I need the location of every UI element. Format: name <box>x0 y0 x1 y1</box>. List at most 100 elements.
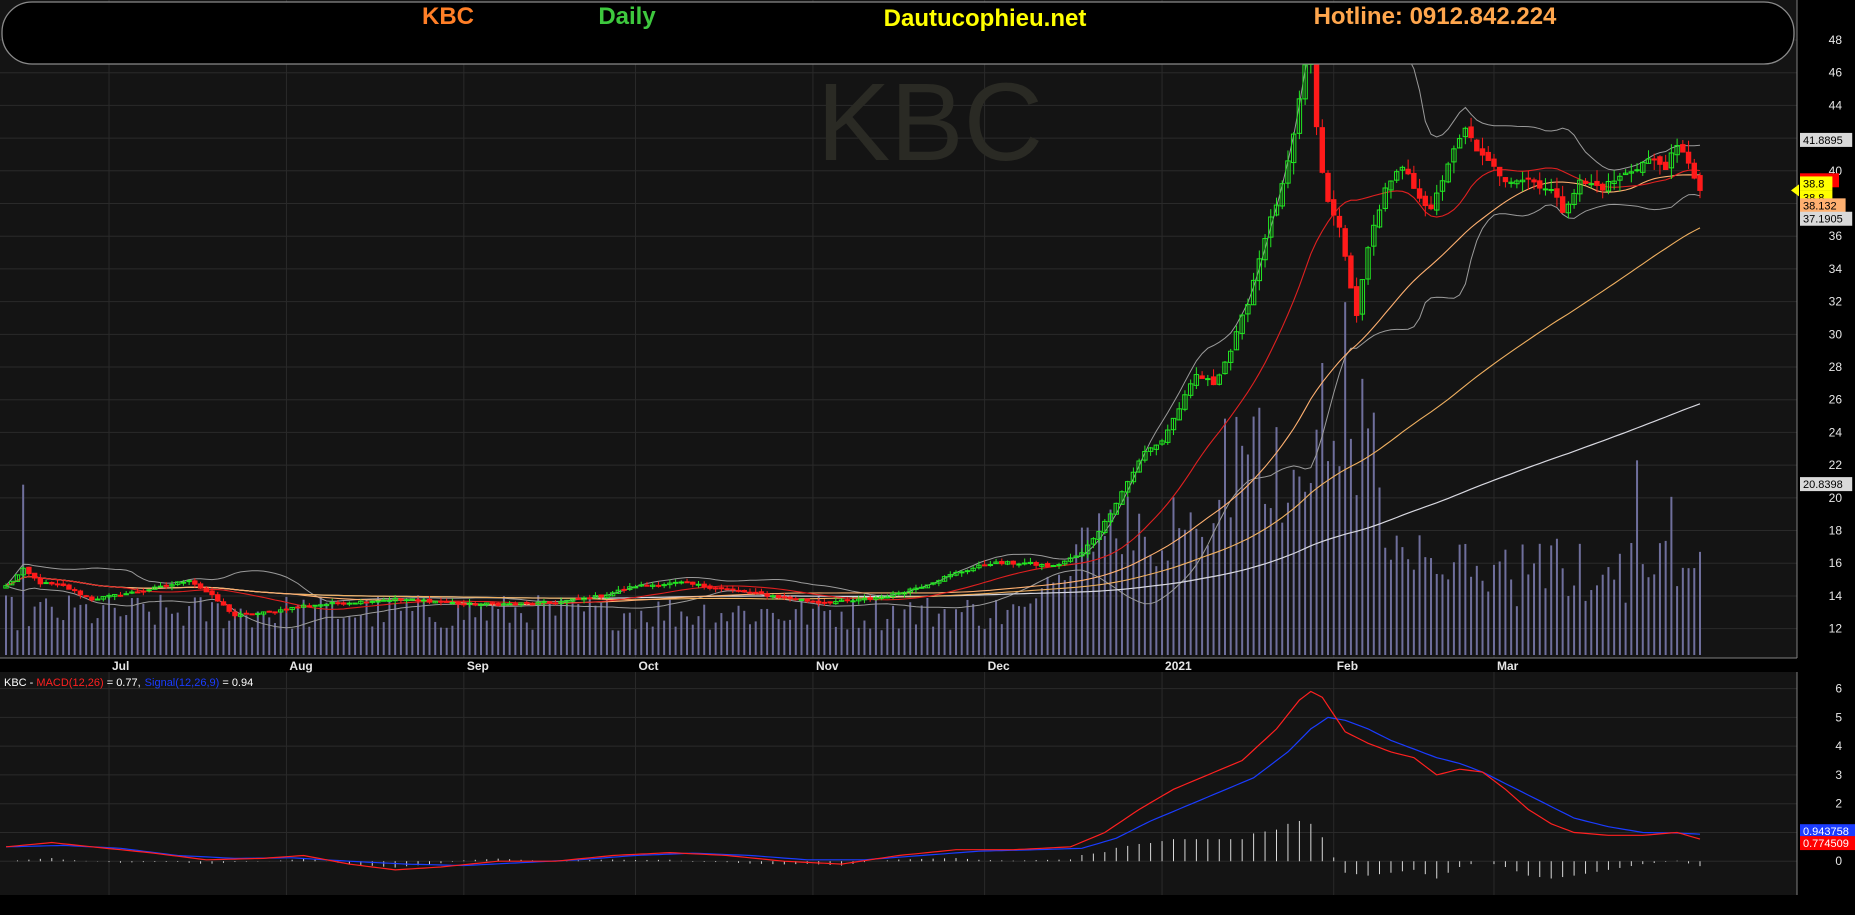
y-tick-label: 44 <box>1829 98 1843 112</box>
candle-body <box>1496 166 1503 177</box>
volume-bar <box>708 629 711 655</box>
volume-bar <box>909 602 912 655</box>
volume-bar <box>182 625 185 655</box>
candle-body <box>461 603 467 606</box>
volume-bar <box>1166 560 1169 655</box>
volume-bar <box>777 619 780 655</box>
candle-body <box>421 599 427 602</box>
volume-bar <box>1567 596 1570 655</box>
volume-bar <box>1372 412 1375 655</box>
volume-bar <box>743 610 746 655</box>
volume-bar <box>1143 536 1146 655</box>
macd-legend-macd-name: MACD(12,26) <box>36 677 103 689</box>
candle-body <box>775 594 782 599</box>
volume-bar <box>405 602 408 655</box>
candle-body <box>1559 196 1566 213</box>
y-tick-label: 48 <box>1829 33 1843 47</box>
volume-bar <box>1447 579 1450 655</box>
volume-bar <box>491 603 494 655</box>
volume-bar <box>1327 461 1330 655</box>
volume-bar <box>651 626 654 655</box>
candle-body <box>438 600 444 603</box>
candle-body <box>117 594 124 597</box>
candle-body <box>1348 255 1354 289</box>
volume-bar <box>811 608 814 655</box>
candle-body <box>71 589 78 592</box>
volume-bar <box>1630 542 1633 655</box>
volume-bar <box>995 599 998 655</box>
candle-body <box>232 611 238 617</box>
candle-body <box>529 603 536 606</box>
candle-body <box>918 586 925 589</box>
volume-bar <box>1195 528 1198 655</box>
candle-body <box>449 602 456 605</box>
volume-bar <box>657 601 660 655</box>
candle-body <box>787 596 793 600</box>
volume-bar <box>760 609 763 655</box>
volume-bar <box>302 599 305 655</box>
volume-bar <box>1017 606 1020 655</box>
volume-bar <box>520 613 523 655</box>
volume-bar <box>525 622 528 655</box>
candle-body <box>472 603 478 606</box>
volume-bar <box>45 598 48 655</box>
volume-bar <box>1618 553 1621 655</box>
price-badge-text: 38.132 <box>1803 200 1837 212</box>
volume-bar <box>188 606 191 655</box>
volume-bar <box>216 603 219 655</box>
volume-bar <box>1115 538 1118 655</box>
volume-bar <box>90 623 93 655</box>
volume-bar <box>153 624 156 655</box>
volume-bar <box>1023 606 1026 655</box>
volume-bar <box>1521 544 1524 655</box>
candle-body <box>495 602 501 606</box>
volume-bar <box>1212 523 1215 655</box>
candle-body <box>695 583 702 586</box>
candle-body <box>678 581 685 584</box>
candle-body <box>524 601 530 604</box>
volume-bar <box>720 613 723 655</box>
candle-body <box>60 583 66 586</box>
macd-legend-ticker: KBC <box>4 677 27 689</box>
volume-bar <box>193 597 196 655</box>
volume-bar <box>1613 579 1616 655</box>
volume-bar <box>1487 591 1490 655</box>
volume-bar <box>1578 543 1581 655</box>
volume-bar <box>829 610 832 655</box>
candle-body <box>443 600 450 603</box>
volume-bar <box>886 618 889 655</box>
candle-body <box>363 601 370 604</box>
candle-body <box>26 566 32 575</box>
candle-body <box>1033 562 1039 566</box>
volume-bar <box>1664 540 1667 655</box>
volume-bar <box>176 612 179 655</box>
candle-body <box>741 589 747 593</box>
volume-bar <box>119 616 122 655</box>
candle-body <box>54 583 61 586</box>
volume-bar <box>445 627 448 655</box>
volume-bar <box>62 620 65 655</box>
volume-bar <box>468 604 471 655</box>
x-tick-label: 2021 <box>1165 659 1192 673</box>
volume-bar <box>800 598 803 655</box>
volume-bar <box>674 626 677 655</box>
volume-bar <box>645 622 648 655</box>
candle-body <box>1697 175 1703 191</box>
volume-bar <box>1693 568 1696 655</box>
price-badge-text: 38.8 <box>1803 178 1824 190</box>
candle-body <box>1502 177 1509 183</box>
candle-body <box>1422 195 1428 207</box>
volume-bar <box>1676 586 1679 655</box>
volume-bar <box>748 624 751 655</box>
volume-bar <box>1315 429 1318 655</box>
volume-bar <box>1332 440 1335 655</box>
candle-body <box>89 596 95 601</box>
candle-body <box>575 597 581 600</box>
candle-body <box>1600 183 1606 191</box>
volume-bar <box>279 611 282 655</box>
candle-body <box>655 584 662 587</box>
candle-body <box>1691 162 1697 179</box>
volume-bar <box>1264 503 1267 655</box>
volume-bar <box>766 608 769 655</box>
candle-body <box>1537 180 1543 189</box>
